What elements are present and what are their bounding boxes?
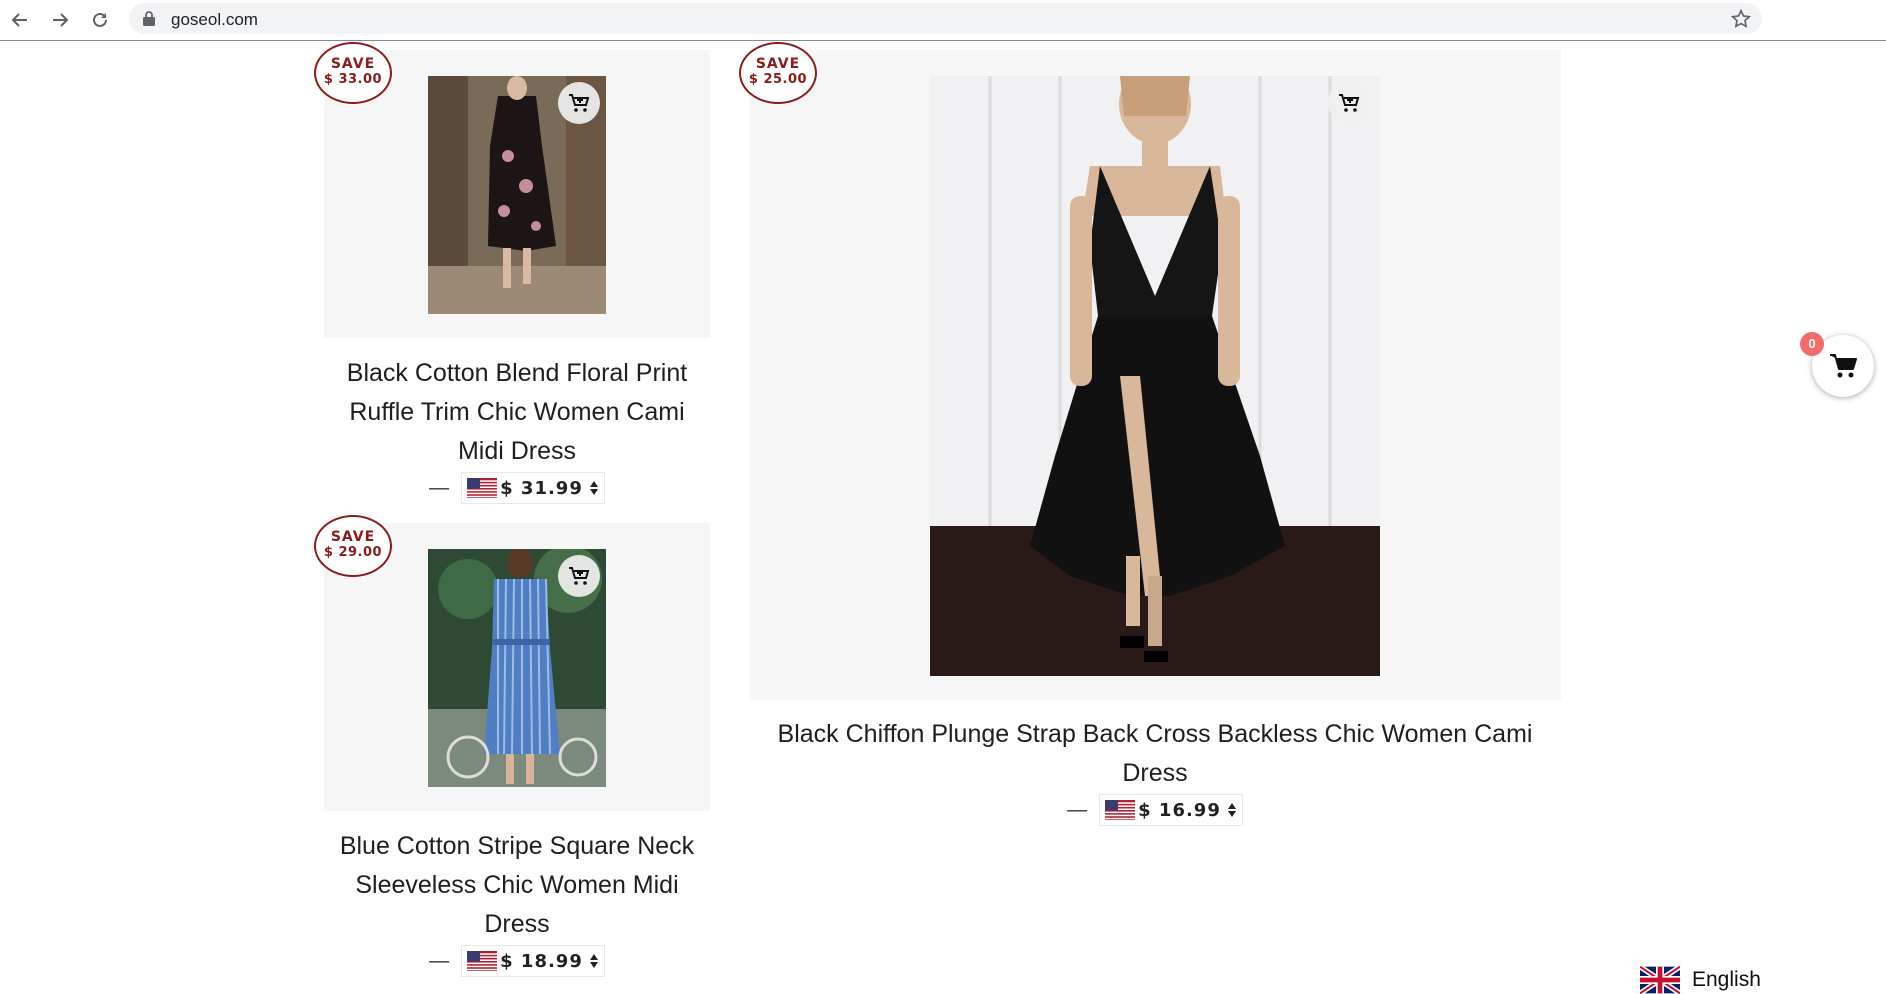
reload-icon bbox=[93, 12, 107, 27]
price-row: — $ 31.99 bbox=[330, 471, 704, 505]
price-row: — $ 18.99 bbox=[330, 944, 704, 978]
url-text: goseol.com bbox=[171, 10, 258, 29]
price-dash: — bbox=[429, 949, 450, 972]
save-badge: SAVE $ 29.00 bbox=[314, 515, 392, 577]
currency-price-selector[interactable]: $ 31.99 bbox=[461, 472, 605, 504]
reload-button[interactable] bbox=[86, 6, 114, 34]
uk-flag-icon bbox=[1640, 966, 1680, 994]
save-amount: $ 25.00 bbox=[748, 72, 808, 87]
save-label: SAVE bbox=[330, 529, 376, 545]
product-price: $ 31.99 bbox=[500, 477, 583, 499]
cart-count-badge: 0 bbox=[1800, 332, 1824, 356]
address-bar[interactable]: goseol.com bbox=[129, 3, 1762, 34]
cart-plus-icon bbox=[1339, 94, 1360, 112]
us-flag-icon bbox=[467, 951, 498, 971]
forward-button[interactable] bbox=[46, 6, 74, 34]
quick-add-to-cart-button[interactable] bbox=[558, 555, 600, 597]
us-flag-icon bbox=[467, 478, 498, 498]
quick-add-to-cart-button[interactable] bbox=[1328, 82, 1370, 124]
save-label: SAVE bbox=[755, 56, 801, 72]
save-badge: SAVE $ 25.00 bbox=[739, 42, 817, 104]
arrow-left-icon bbox=[11, 13, 27, 27]
product-title[interactable]: Black Chiffon Plunge Strap Back Cross Ba… bbox=[760, 715, 1550, 793]
product-image[interactable] bbox=[930, 76, 1380, 676]
us-flag-icon bbox=[1105, 800, 1136, 820]
save-badge: SAVE $ 33.00 bbox=[314, 42, 392, 104]
shopping-cart-icon bbox=[1830, 354, 1857, 378]
lock-icon bbox=[143, 11, 155, 26]
black-chiffon-cami-dress-photo bbox=[930, 76, 1380, 676]
product-title[interactable]: Black Cotton Blend Floral Print Ruffle T… bbox=[330, 354, 704, 471]
sort-arrows-icon bbox=[589, 954, 598, 968]
save-amount: $ 33.00 bbox=[323, 72, 383, 87]
cart-plus-icon bbox=[569, 94, 590, 112]
currency-price-selector[interactable]: $ 16.99 bbox=[1099, 794, 1243, 826]
arrow-right-icon bbox=[53, 13, 69, 27]
sort-arrows-icon bbox=[589, 481, 598, 495]
save-amount: $ 29.00 bbox=[323, 545, 383, 560]
sort-arrows-icon bbox=[1227, 803, 1236, 817]
price-dash: — bbox=[1067, 798, 1088, 821]
star-icon[interactable] bbox=[1730, 8, 1752, 30]
price-row: — $ 16.99 bbox=[760, 793, 1550, 827]
product-grid: SAVE $ 33.00 Black Cotton Blend Floral P… bbox=[0, 42, 1886, 994]
save-label: SAVE bbox=[330, 56, 376, 72]
price-dash: — bbox=[429, 476, 450, 499]
currency-price-selector[interactable]: $ 18.99 bbox=[461, 945, 605, 977]
language-label: English bbox=[1692, 968, 1761, 991]
product-price: $ 18.99 bbox=[500, 950, 583, 972]
product-title[interactable]: Blue Cotton Stripe Square Neck Sleeveles… bbox=[330, 827, 704, 944]
back-button[interactable] bbox=[6, 6, 34, 34]
language-selector[interactable]: English bbox=[1640, 966, 1761, 994]
product-price: $ 16.99 bbox=[1138, 799, 1221, 821]
cart-plus-icon bbox=[569, 567, 590, 585]
quick-add-to-cart-button[interactable] bbox=[558, 82, 600, 124]
browser-toolbar: goseol.com bbox=[0, 0, 1886, 41]
